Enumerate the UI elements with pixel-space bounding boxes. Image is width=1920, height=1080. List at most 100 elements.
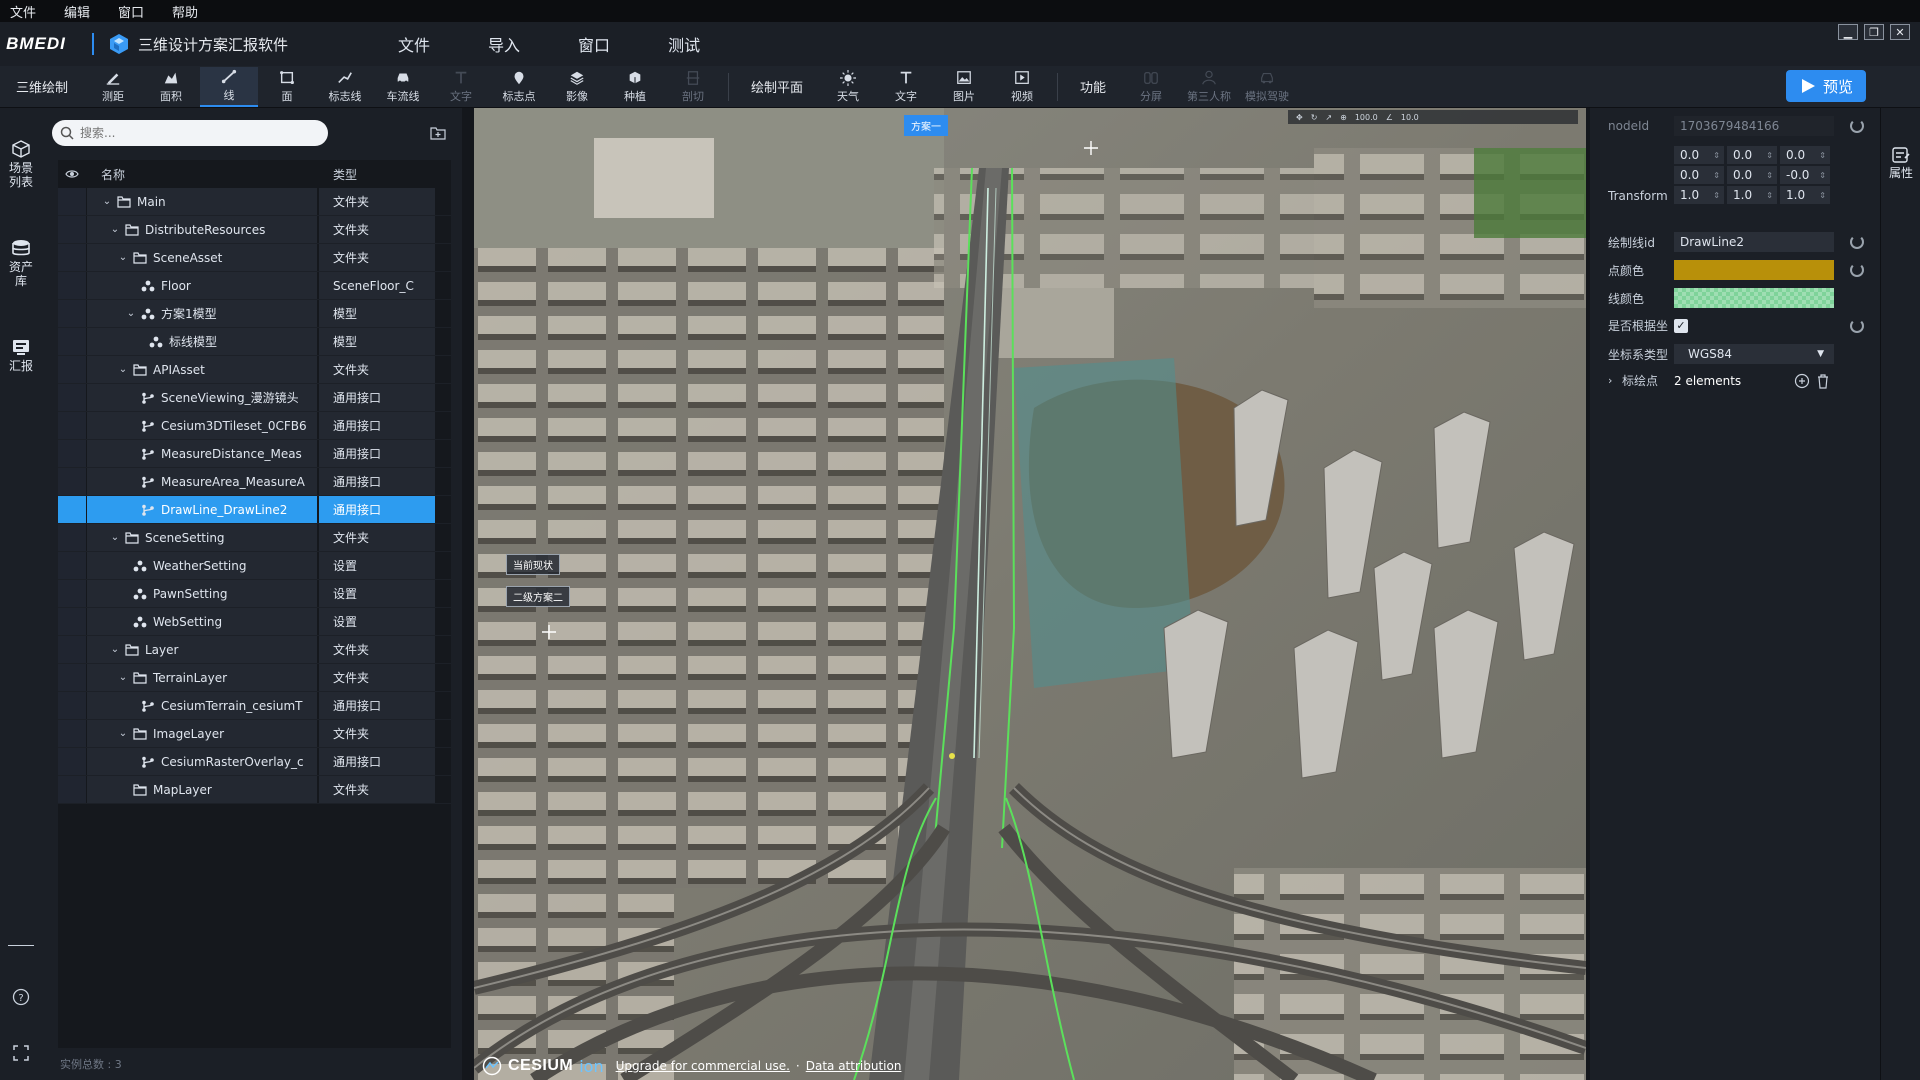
tree-row[interactable]: PawnSetting 设置	[58, 580, 451, 608]
stepper-arrows-icon[interactable]: ⇕	[1819, 151, 1826, 160]
crs-select[interactable]: WGS84 ▼	[1674, 344, 1834, 364]
visibility-toggle[interactable]	[58, 244, 86, 271]
tree-row[interactable]: ⌄ ImageLayer 文件夹	[58, 720, 451, 748]
tree-node-name[interactable]: 标线模型	[87, 328, 317, 355]
draw-tool-1[interactable]: 测距	[84, 67, 142, 107]
tree-node-name[interactable]: ⌄ APIAsset	[87, 356, 317, 383]
plane-tool-3[interactable]: 图片	[935, 67, 993, 107]
tree-row[interactable]: MapLayer 文件夹	[58, 776, 451, 804]
point-color-swatch[interactable]	[1674, 260, 1834, 280]
visibility-toggle[interactable]	[58, 468, 86, 495]
transform-input[interactable]: 0.0 ⇕	[1674, 166, 1724, 184]
chevron-down-icon[interactable]: ⌄	[117, 252, 129, 263]
menu-file[interactable]: 文件	[10, 2, 36, 21]
tree-row[interactable]: WeatherSetting 设置	[58, 552, 451, 580]
stepper-arrows-icon[interactable]: ⇕	[1713, 171, 1720, 180]
visibility-toggle[interactable]	[58, 188, 86, 215]
tree-row[interactable]: ⌄ APIAsset 文件夹	[58, 356, 451, 384]
tree-row[interactable]: MeasureArea_MeasureA 通用接口	[58, 468, 451, 496]
globe-icon[interactable]: ⊕	[1340, 113, 1347, 122]
fullscreen-icon[interactable]	[12, 1044, 30, 1062]
transform-input[interactable]: 0.0 ⇕	[1780, 146, 1830, 164]
tree-row[interactable]: ⌄ Main 文件夹	[58, 188, 451, 216]
draw-tool-11[interactable]: 剖切	[664, 67, 722, 107]
tree-row[interactable]: Floor SceneFloor_C	[58, 272, 451, 300]
transform-input[interactable]: 0.0 ⇕	[1727, 166, 1777, 184]
menu-window[interactable]: 窗口	[118, 2, 144, 21]
top-menu-import[interactable]: 导入	[488, 32, 520, 56]
add-element-icon[interactable]	[1794, 373, 1810, 389]
draw-tool-8[interactable]: 标志点	[490, 67, 548, 107]
tree-node-name[interactable]: MeasureArea_MeasureA	[87, 468, 317, 495]
menu-edit[interactable]: 编辑	[64, 2, 90, 21]
stepper-arrows-icon[interactable]: ⇕	[1766, 151, 1773, 160]
tree-node-name[interactable]: ⌄ TerrainLayer	[87, 664, 317, 691]
visibility-toggle[interactable]	[58, 580, 86, 607]
visibility-toggle[interactable]	[58, 440, 86, 467]
preview-button[interactable]: 预览	[1786, 70, 1866, 102]
top-menu-test[interactable]: 测试	[668, 32, 700, 56]
tree-row[interactable]: SceneViewing_漫游镜头 通用接口	[58, 384, 451, 412]
rotate-icon[interactable]: ↻	[1311, 113, 1318, 122]
visibility-toggle[interactable]	[58, 328, 86, 355]
restore-icon[interactable]: ❐	[1864, 24, 1884, 40]
tree-node-name[interactable]: WebSetting	[87, 608, 317, 635]
plane-tool-4[interactable]: 视频	[993, 67, 1051, 107]
tree-node-name[interactable]: CesiumTerrain_cesiumT	[87, 692, 317, 719]
chevron-down-icon[interactable]: ⌄	[117, 364, 129, 375]
chevron-right-icon[interactable]: ›	[1608, 374, 1622, 387]
function-tool-2[interactable]: 第三人称	[1180, 67, 1238, 107]
visibility-toggle[interactable]	[58, 692, 86, 719]
draw-tool-10[interactable]: 种植	[606, 67, 664, 107]
reset-snap-icon[interactable]	[1850, 319, 1864, 333]
properties-tab[interactable]: 属性	[1881, 146, 1920, 181]
tree-row[interactable]: ⌄ TerrainLayer 文件夹	[58, 664, 451, 692]
tree-row[interactable]: CesiumRasterOverlay_c 通用接口	[58, 748, 451, 776]
nav-scene-list[interactable]: 场景列表	[0, 128, 42, 201]
tree-node-name[interactable]: MeasureDistance_Meas	[87, 440, 317, 467]
visibility-toggle[interactable]	[58, 664, 86, 691]
function-tool-3[interactable]: 模拟驾驶	[1238, 67, 1296, 107]
tree-node-name[interactable]: ⌄ DistributeResources	[87, 216, 317, 243]
add-folder-icon[interactable]	[430, 126, 446, 140]
visibility-toggle[interactable]	[58, 552, 86, 579]
search-box[interactable]	[52, 120, 328, 146]
menu-help[interactable]: 帮助	[172, 2, 198, 21]
angle-icon[interactable]: ∠	[1386, 113, 1393, 122]
plane-tool-1[interactable]: 天气	[819, 67, 877, 107]
visibility-toggle[interactable]	[58, 412, 86, 439]
tree-row[interactable]: ⌄ SceneAsset 文件夹	[58, 244, 451, 272]
draw-tool-4[interactable]: 面	[258, 67, 316, 107]
tree-node-name[interactable]: WeatherSetting	[87, 552, 317, 579]
tree-node-name[interactable]: MapLayer	[87, 776, 317, 803]
stepper-arrows-icon[interactable]: ⇕	[1766, 191, 1773, 200]
nav-report[interactable]: 汇报	[0, 326, 42, 385]
visibility-toggle[interactable]	[58, 384, 86, 411]
visibility-toggle[interactable]	[58, 272, 86, 299]
top-menu-window[interactable]: 窗口	[578, 32, 610, 56]
tree-node-name[interactable]: ⌄ Layer	[87, 636, 317, 663]
top-menu-file[interactable]: 文件	[398, 32, 430, 56]
current-status-tag[interactable]: 当前现状	[506, 554, 560, 575]
draw-tool-7[interactable]: 文字	[432, 67, 490, 107]
tree-row[interactable]: ⌄ 方案1模型 模型	[58, 300, 451, 328]
help-icon[interactable]: ?	[12, 988, 30, 1006]
tree-row[interactable]: Cesium3DTileset_0CFB6 通用接口	[58, 412, 451, 440]
camera-speed-value[interactable]: 10.0	[1401, 113, 1419, 122]
reset-point-color-icon[interactable]	[1850, 263, 1864, 277]
scale-icon[interactable]: ↗	[1325, 113, 1332, 122]
tree-node-name[interactable]: Floor	[87, 272, 317, 299]
visibility-toggle[interactable]	[58, 216, 86, 243]
3d-viewport[interactable]: ✥ ↻ ↗ ⊕ 100.0 ∠ 10.0 方案一 当前现状 二级方案二 CESI…	[474, 108, 1586, 1080]
draw-tool-3[interactable]: 线	[200, 66, 259, 107]
chevron-down-icon[interactable]: ⌄	[125, 308, 137, 319]
tree-node-name[interactable]: ⌄ SceneSetting	[87, 524, 317, 551]
tree-row[interactable]: WebSetting 设置	[58, 608, 451, 636]
stepper-arrows-icon[interactable]: ⇕	[1713, 191, 1720, 200]
refresh-icon[interactable]	[1850, 119, 1864, 133]
stepper-arrows-icon[interactable]: ⇕	[1819, 191, 1826, 200]
transform-input[interactable]: 0.0 ⇕	[1727, 146, 1777, 164]
tree-node-name[interactable]: DrawLine_DrawLine2	[87, 496, 317, 523]
chevron-down-icon[interactable]: ⌄	[109, 644, 121, 655]
draw-tool-5[interactable]: 标志线	[316, 67, 374, 107]
